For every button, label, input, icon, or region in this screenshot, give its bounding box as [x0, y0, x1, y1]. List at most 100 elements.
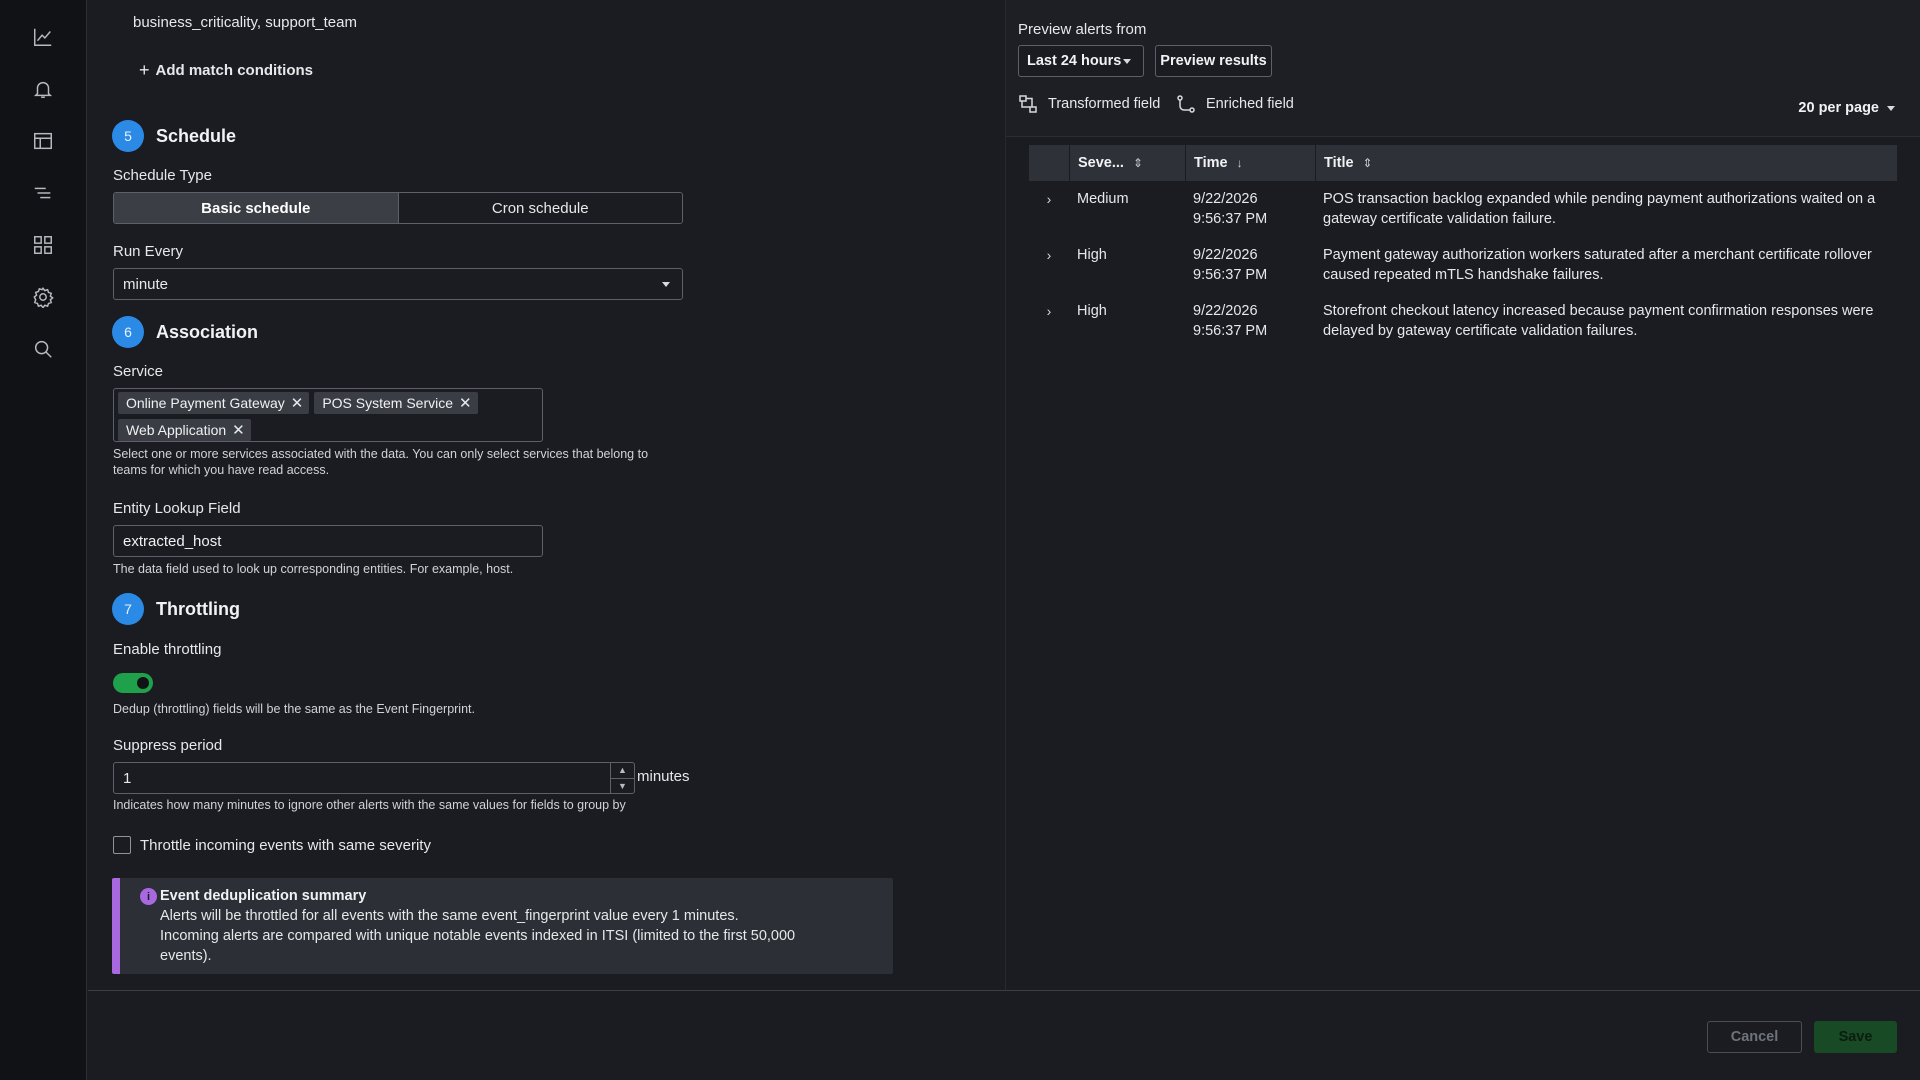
per-page-dropdown[interactable]: 20 per page	[1798, 100, 1895, 116]
schedule-type-toggle: Basic schedule Cron schedule	[113, 192, 683, 224]
add-match-conditions-link[interactable]: + Add match conditions	[139, 61, 313, 79]
quantity-stepper: ▲ ▼	[610, 763, 634, 793]
dedup-help-text: Dedup (throttling) fields will be the sa…	[113, 702, 475, 716]
suppress-help-text: Indicates how many minutes to ignore oth…	[113, 798, 626, 812]
time-column-header[interactable]: Time ↓	[1185, 145, 1315, 181]
suppress-units: minutes	[637, 768, 690, 785]
chevron-down-icon	[1123, 59, 1131, 64]
title-cell: Storefront checkout latency increased be…	[1323, 303, 1874, 339]
run-every-select[interactable]: minute	[113, 268, 683, 300]
close-icon[interactable]: ✕	[232, 423, 245, 438]
expand-column-header	[1029, 145, 1069, 181]
table-row: › Medium 9/22/2026 9:56:37 PM POS transa…	[1029, 181, 1897, 237]
info-icon: i	[140, 888, 157, 905]
service-label: Service	[113, 363, 164, 380]
chevron-right-icon[interactable]: ›	[1047, 189, 1052, 229]
service-chip-label: POS System Service	[322, 395, 454, 411]
table-row: › High 9/22/2026 9:56:37 PM Payment gate…	[1029, 237, 1897, 293]
chevron-right-icon[interactable]: ›	[1047, 245, 1052, 285]
cron-schedule-option[interactable]: Cron schedule	[398, 193, 682, 223]
suppress-period-input[interactable]: 1 ▲ ▼	[113, 762, 635, 794]
increment-icon[interactable]: ▲	[611, 763, 634, 779]
apps-grid-icon[interactable]	[30, 232, 56, 258]
search-icon[interactable]	[30, 336, 56, 362]
save-button[interactable]: Save	[1814, 1021, 1897, 1053]
dedup-summary-callout: i Event deduplication summary Alerts wil…	[112, 878, 893, 974]
time-cell: 9/22/2026 9:56:37 PM	[1185, 245, 1315, 285]
severity-cell: High	[1077, 247, 1107, 263]
enable-throttling-toggle[interactable]	[113, 673, 153, 693]
time-range-value: Last 24 hours	[1027, 53, 1122, 69]
chevron-down-icon	[662, 282, 670, 287]
legend-label: Transformed field	[1048, 96, 1161, 112]
legend-transformed: Transformed field	[1018, 94, 1160, 114]
legend-label: Enriched field	[1206, 96, 1294, 112]
list-icon[interactable]	[30, 180, 56, 206]
time-date: 9/22/2026	[1193, 247, 1258, 263]
expand-row[interactable]: ›	[1029, 301, 1069, 341]
basic-schedule-option[interactable]: Basic schedule	[114, 193, 399, 223]
preview-results-button[interactable]: Preview results	[1155, 45, 1272, 77]
expand-row[interactable]: ›	[1029, 189, 1069, 229]
service-chip: Online Payment Gateway ✕	[118, 392, 310, 414]
time-cell: 9/22/2026 9:56:37 PM	[1185, 301, 1315, 341]
alert-config-form: business_criticality, support_team + Add…	[88, 0, 1004, 990]
service-chip-label: Web Application	[126, 422, 227, 438]
service-chip: Web Application ✕	[118, 419, 251, 441]
same-severity-checkbox[interactable]	[113, 836, 131, 854]
association-section-header: 6 Association	[112, 316, 258, 348]
preview-panel: Preview alerts from Last 24 hours Previe…	[1005, 0, 1920, 990]
chevron-down-icon	[1887, 105, 1895, 111]
title-column-header[interactable]: Title ⇕	[1315, 145, 1897, 181]
entity-lookup-input[interactable]: extracted_host	[113, 525, 543, 557]
time-date: 9/22/2026	[1193, 191, 1258, 207]
service-chip: POS System Service ✕	[314, 392, 478, 414]
suppress-period-label: Suppress period	[113, 737, 223, 754]
footer-bar: Cancel Save	[88, 990, 1920, 1080]
decrement-icon[interactable]: ▼	[611, 779, 634, 794]
severity-column-header[interactable]: Seve... ⇕	[1069, 145, 1185, 181]
group-by-fields: business_criticality, support_team	[133, 14, 357, 31]
enable-throttling-label: Enable throttling	[113, 641, 222, 658]
entity-lookup-label: Entity Lookup Field	[113, 500, 241, 517]
suppress-period-value: 1	[123, 769, 132, 787]
toggle-knob	[137, 677, 149, 689]
service-help-text: Select one or more services associated w…	[113, 447, 649, 477]
time-clock: 9:56:37 PM	[1193, 267, 1268, 283]
entity-lookup-help: The data field used to look up correspon…	[113, 562, 514, 576]
column-label: Time	[1194, 155, 1228, 171]
same-severity-checkbox-row[interactable]: Throttle incoming events with same sever…	[113, 836, 431, 854]
gear-icon[interactable]	[30, 284, 56, 310]
run-every-value: minute	[123, 275, 169, 293]
chevron-right-icon[interactable]: ›	[1047, 301, 1052, 341]
chart-line-icon[interactable]	[30, 24, 56, 50]
sort-desc-icon: ↓	[1236, 156, 1243, 170]
per-page-value: 20 per page	[1798, 100, 1879, 116]
section-title: Association	[156, 321, 259, 342]
bell-icon[interactable]	[30, 76, 56, 102]
time-range-dropdown[interactable]: Last 24 hours	[1018, 45, 1144, 77]
expand-row[interactable]: ›	[1029, 245, 1069, 285]
add-match-conditions-label: Add match conditions	[155, 61, 314, 79]
severity-cell: High	[1077, 303, 1107, 319]
table-header: Seve... ⇕ Time ↓ Title ⇕	[1029, 145, 1897, 181]
run-every-label: Run Every	[113, 243, 184, 260]
sort-icon: ⇕	[1132, 156, 1144, 170]
step-number: 5	[112, 120, 144, 152]
cancel-button[interactable]: Cancel	[1707, 1021, 1802, 1053]
section-title: Schedule	[156, 125, 237, 146]
title-cell: Payment gateway authorization workers sa…	[1323, 247, 1872, 283]
time-cell: 9/22/2026 9:56:37 PM	[1185, 189, 1315, 229]
schedule-type-label: Schedule Type	[113, 167, 212, 184]
same-severity-label: Throttle incoming events with same sever…	[140, 836, 431, 854]
close-icon[interactable]: ✕	[459, 396, 472, 411]
summary-title: Event deduplication summary	[160, 888, 367, 904]
time-date: 9/22/2026	[1193, 303, 1258, 319]
service-chip-label: Online Payment Gateway	[126, 395, 285, 411]
layout-icon[interactable]	[30, 128, 56, 154]
plus-icon: +	[139, 60, 150, 80]
close-icon[interactable]: ✕	[291, 396, 304, 411]
schedule-section-header: 5 Schedule	[112, 120, 236, 152]
service-multiselect[interactable]: Online Payment Gateway ✕ POS System Serv…	[113, 388, 543, 442]
table-row: › High 9/22/2026 9:56:37 PM Storefront c…	[1029, 293, 1897, 349]
